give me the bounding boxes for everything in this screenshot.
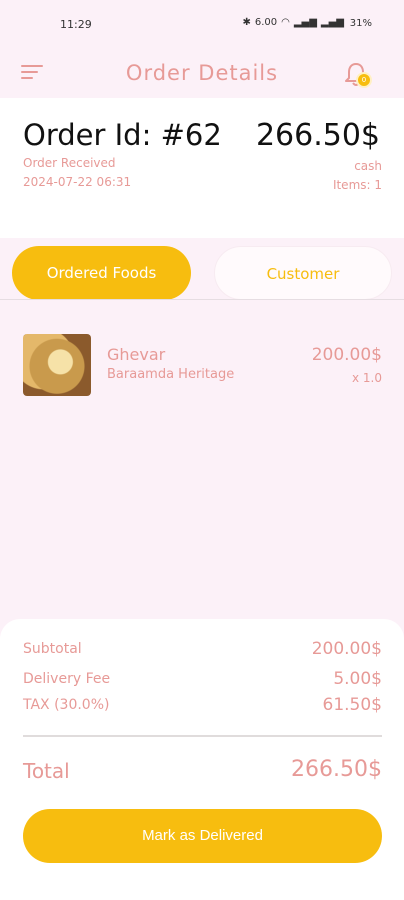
wifi-icon: ◠ <box>281 17 290 28</box>
tax-value: 61.50$ <box>322 695 382 715</box>
total-label: Total <box>23 759 70 783</box>
battery-level: 31% <box>349 18 372 29</box>
tab-divider <box>0 299 404 300</box>
subtotal-row: Subtotal 200.00$ <box>23 639 382 661</box>
food-quantity: x 1.0 <box>352 371 382 385</box>
summary-divider <box>23 735 382 737</box>
total-row: Total 266.50$ <box>23 757 382 787</box>
app-bar: Order Details <box>0 50 404 98</box>
mark-delivered-button[interactable]: Mark as Delivered <box>23 809 382 863</box>
subtotal-value: 200.00$ <box>311 639 382 659</box>
tax-label: TAX (30.0%) <box>23 697 110 713</box>
payment-summary: Subtotal 200.00$ Delivery Fee 5.00$ TAX … <box>0 619 404 900</box>
delivery-fee-value: 5.00$ <box>333 669 382 689</box>
list-item[interactable]: Ghevar Baraamda Heritage 200.00$ x 1.0 <box>0 326 404 406</box>
order-id: Order Id: #62 <box>23 118 222 152</box>
food-name: Ghevar <box>107 345 166 364</box>
total-value: 266.50$ <box>291 757 382 782</box>
status-icons: ✱ 6.00 ◠ ▂▄▆ ▂▄▆ <box>242 17 344 28</box>
delivery-fee-row: Delivery Fee 5.00$ <box>23 669 382 691</box>
order-summary-card: Order Id: #62 Order Received 2024-07-22 … <box>0 98 404 238</box>
items-count: Items: 1 <box>332 178 382 192</box>
food-price: 200.00$ <box>311 345 382 365</box>
order-status: Order Received <box>23 156 116 170</box>
tab-bar: Ordered Foods Customer <box>0 244 404 302</box>
bluetooth-icon: ✱ <box>242 17 251 28</box>
tax-row: TAX (30.0%) 61.50$ <box>23 695 382 717</box>
order-total: 266.50$ <box>255 118 380 153</box>
status-bar: 11:29 ✱ 6.00 ◠ ▂▄▆ ▂▄▆ 31% <box>0 0 404 50</box>
subtotal-label: Subtotal <box>23 641 82 657</box>
signal-icon: ▂▄▆ <box>293 17 317 28</box>
status-time: 11:29 <box>60 18 92 31</box>
notification-badge: 0 <box>356 72 372 88</box>
tab-ordered-foods[interactable]: Ordered Foods <box>12 246 191 300</box>
data-speed: 6.00 <box>254 17 278 28</box>
payment-method: cash <box>354 159 382 173</box>
tab-customer[interactable]: Customer <box>214 246 392 300</box>
food-vendor: Baraamda Heritage <box>107 367 235 382</box>
signal-icon-2: ▂▄▆ <box>320 17 344 28</box>
food-image <box>23 334 91 396</box>
order-date: 2024-07-22 06:31 <box>23 175 132 189</box>
delivery-fee-label: Delivery Fee <box>23 671 111 687</box>
